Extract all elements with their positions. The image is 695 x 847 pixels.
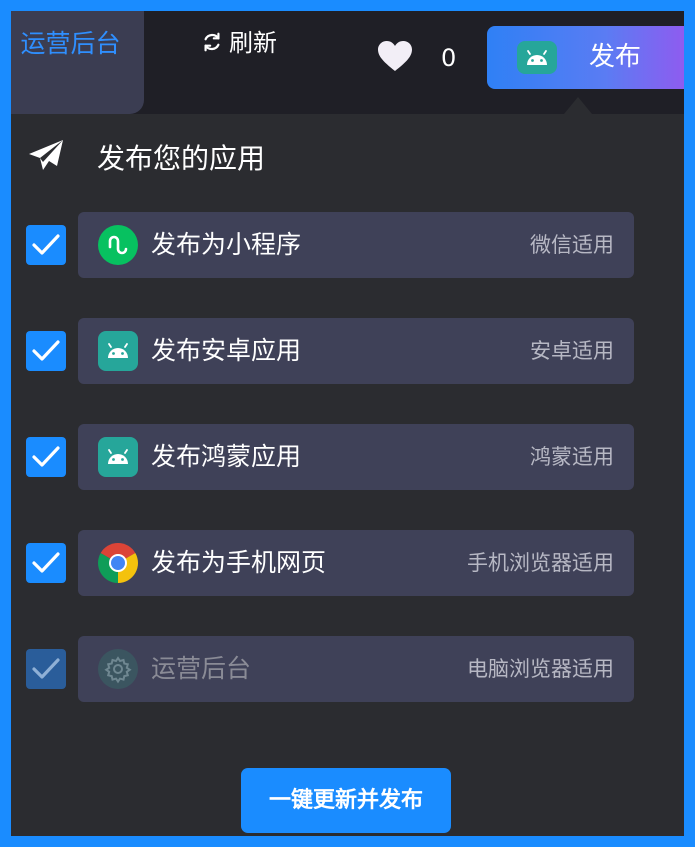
check-icon — [32, 552, 60, 573]
option-row-miniprogram: 发布为小程序 微信适用 — [11, 212, 684, 278]
android-icon — [98, 437, 138, 477]
option-row-harmony: 发布鸿蒙应用 鸿蒙适用 — [11, 424, 684, 490]
chrome-icon — [98, 543, 138, 583]
option-hint: 安卓适用 — [530, 339, 614, 363]
option-row-android: 发布安卓应用 安卓适用 — [11, 318, 684, 384]
check-icon — [32, 234, 60, 255]
option-label: 发布安卓应用 — [151, 336, 302, 365]
option-checkbox[interactable] — [26, 543, 66, 583]
option-checkbox[interactable] — [26, 437, 66, 477]
check-icon — [32, 340, 60, 361]
option-card[interactable]: 发布为手机网页 手机浏览器适用 — [78, 530, 634, 596]
paper-plane-icon — [29, 140, 63, 170]
like-count: 0 — [441, 44, 457, 72]
option-checkbox — [26, 649, 66, 689]
check-icon — [32, 658, 60, 679]
publish-button[interactable]: 发布 — [487, 26, 684, 89]
option-hint: 电脑浏览器适用 — [467, 657, 614, 681]
dropdown-pointer — [564, 97, 592, 114]
option-label: 运营后台 — [151, 654, 252, 683]
option-label: 发布为小程序 — [151, 230, 302, 259]
option-row-ops-backend: 运营后台 电脑浏览器适用 — [11, 636, 684, 702]
tab-ops-backend-label: 运营后台 — [20, 29, 121, 58]
heart-icon[interactable] — [377, 40, 413, 72]
refresh-icon — [204, 32, 220, 52]
android-icon — [98, 331, 138, 371]
refresh-label: 刷新 — [229, 29, 277, 57]
tab-ops-backend[interactable]: 运营后台 — [11, 11, 144, 114]
check-icon — [32, 446, 60, 467]
android-icon — [517, 41, 557, 74]
option-card[interactable]: 发布鸿蒙应用 鸿蒙适用 — [78, 424, 634, 490]
panel-title: 发布您的应用 — [97, 142, 266, 175]
option-label: 发布鸿蒙应用 — [151, 442, 302, 471]
option-row-mobile-web: 发布为手机网页 手机浏览器适用 — [11, 530, 684, 596]
option-checkbox[interactable] — [26, 331, 66, 371]
option-hint: 微信适用 — [530, 233, 614, 257]
update-and-publish-button[interactable]: 一键更新并发布 — [241, 768, 451, 833]
wechat-miniprogram-icon — [98, 225, 138, 265]
option-card: 运营后台 电脑浏览器适用 — [78, 636, 634, 702]
refresh-button[interactable]: 刷新 — [201, 28, 281, 58]
option-checkbox[interactable] — [26, 225, 66, 265]
option-card[interactable]: 发布安卓应用 安卓适用 — [78, 318, 634, 384]
option-card[interactable]: 发布为小程序 微信适用 — [78, 212, 634, 278]
option-label: 发布为手机网页 — [151, 548, 327, 577]
option-hint: 鸿蒙适用 — [530, 445, 614, 469]
publish-panel-frame: 运营后台 刷新 0 发布 发布您的应用 发布为小程序 微信适用 发布安卓应用 安… — [11, 11, 684, 836]
publish-button-label: 发布 — [589, 42, 642, 72]
gear-icon — [98, 649, 138, 689]
option-hint: 手机浏览器适用 — [467, 551, 614, 575]
